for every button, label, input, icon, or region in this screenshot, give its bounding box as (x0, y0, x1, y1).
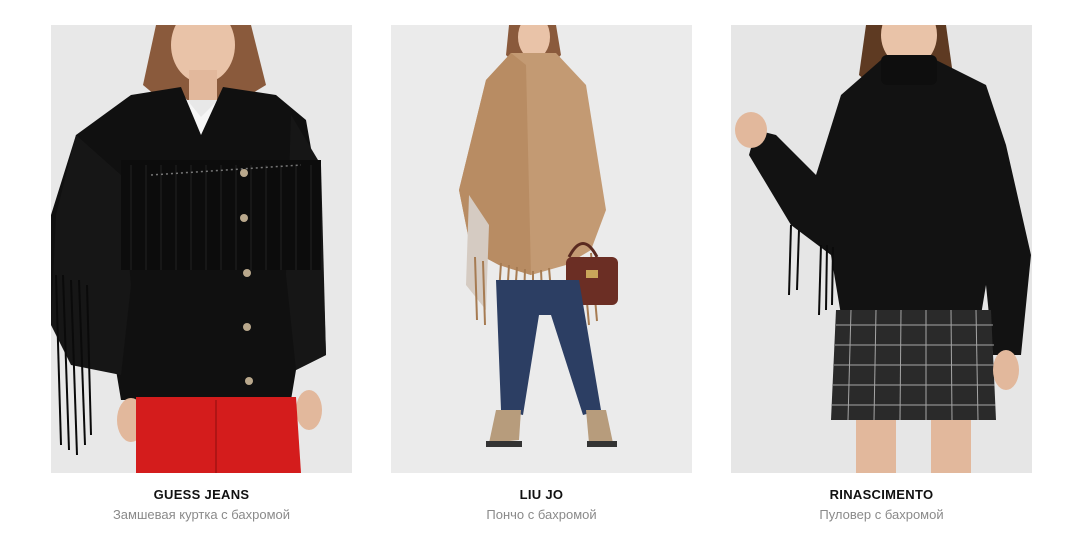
product-card[interactable]: GUESS JEANS Замшевая куртка с бахромой (51, 25, 352, 524)
product-card[interactable]: LIU JO Пончо с бахромой (391, 25, 692, 524)
product-image[interactable] (731, 25, 1032, 473)
product-brand[interactable]: RINASCIMENTO (731, 487, 1032, 503)
product-title[interactable]: Пончо с бахромой (391, 506, 692, 524)
product-brand[interactable]: LIU JO (391, 487, 692, 503)
product-grid: GUESS JEANS Замшевая куртка с бахромой L… (0, 0, 1082, 560)
product-brand[interactable]: GUESS JEANS (51, 487, 352, 503)
product-image[interactable] (391, 25, 692, 473)
product-image[interactable] (51, 25, 352, 473)
product-photo-sweater (731, 25, 1032, 473)
product-title[interactable]: Замшевая куртка с бахромой (51, 506, 352, 524)
product-photo-poncho (391, 25, 692, 473)
product-card[interactable]: RINASCIMENTO Пуловер с бахромой (731, 25, 1032, 524)
product-photo-jacket (51, 25, 352, 473)
product-title[interactable]: Пуловер с бахромой (731, 506, 1032, 524)
